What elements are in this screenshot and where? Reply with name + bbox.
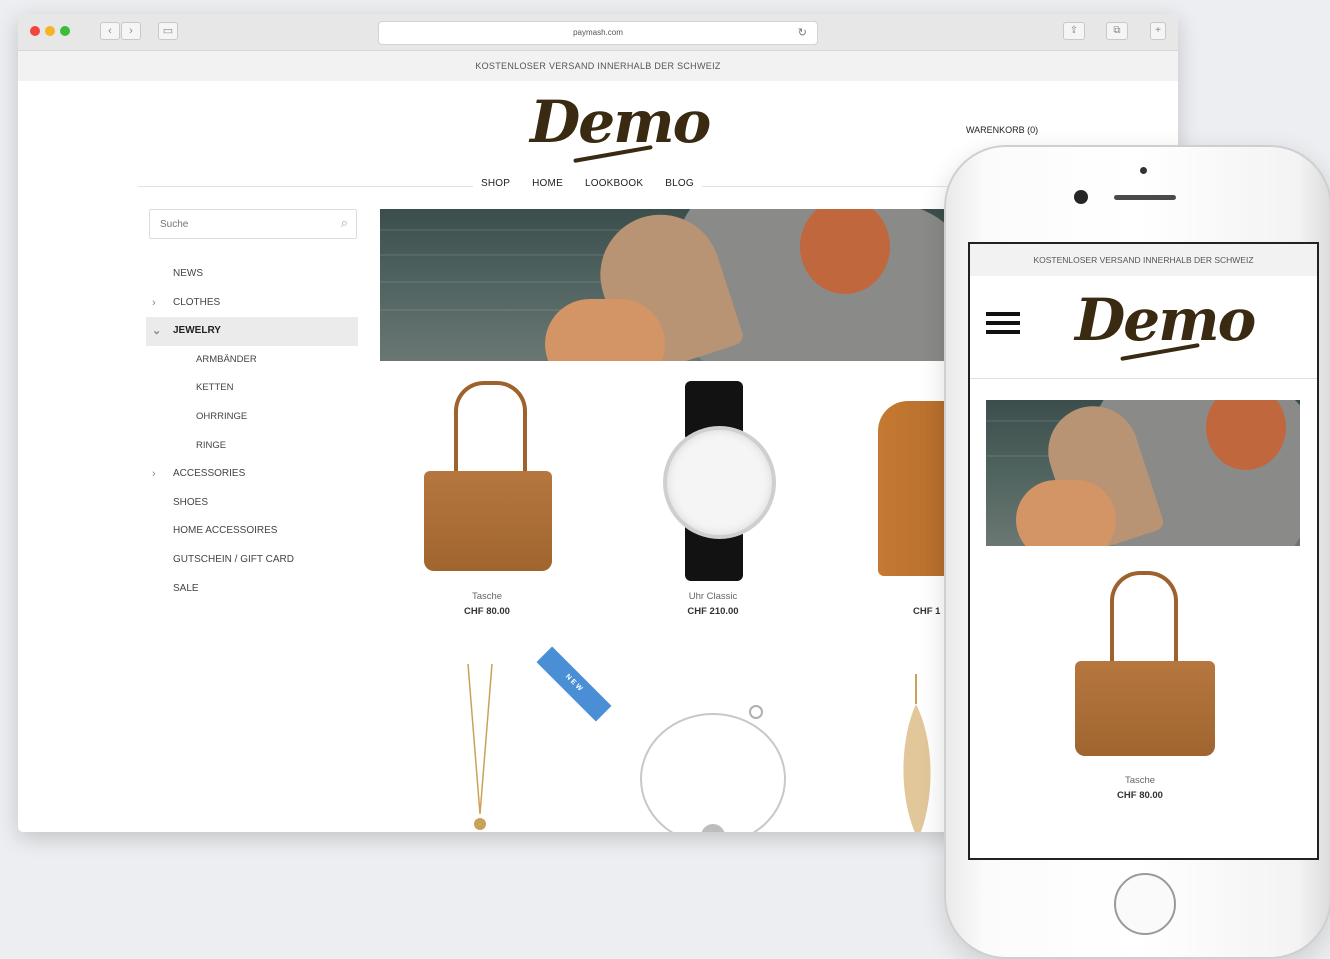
- hero-knee-shape: [1016, 480, 1116, 546]
- product-image-earring[interactable]: [858, 664, 950, 832]
- content-area: Tasche CHF 80.00 Uhr Classic CHF 210.00 …: [18, 14, 950, 832]
- product-image-bag[interactable]: [382, 376, 592, 586]
- earring-icon: [903, 674, 931, 832]
- phone-speaker: [1114, 195, 1176, 200]
- product-price: CHF 1: [913, 606, 941, 617]
- tabs-icon[interactable]: ⧉: [1106, 22, 1128, 40]
- watch-face-shape: [663, 426, 776, 539]
- product-name[interactable]: Tasche: [1040, 775, 1240, 786]
- menu-bar: [986, 312, 1020, 316]
- bag-body-shape: [424, 471, 552, 571]
- mobile-header: Demo: [970, 276, 1317, 379]
- hero-banner[interactable]: [380, 209, 950, 361]
- product-card[interactable]: Jac CHF 1: [778, 376, 950, 617]
- product-price: CHF 80.00: [1117, 790, 1163, 801]
- product-name[interactable]: Jac: [778, 591, 950, 602]
- new-tab-icon[interactable]: +: [1150, 22, 1166, 40]
- product-image-bracelet[interactable]: [628, 664, 838, 832]
- camera-icon: [1074, 190, 1088, 204]
- product-image-jacket[interactable]: [778, 376, 950, 586]
- menu-bar: [986, 321, 1020, 325]
- hero-knee-shape: [545, 299, 665, 361]
- product-name[interactable]: Tasche: [382, 591, 592, 602]
- product-card[interactable]: Tasche CHF 80.00: [382, 376, 592, 617]
- menu-bar: [986, 330, 1020, 334]
- bag-body-shape: [1075, 661, 1215, 756]
- logo-text: Demo: [1075, 286, 1256, 354]
- phone-sensor: [1140, 167, 1147, 174]
- cart-link[interactable]: WARENKORB (0): [966, 125, 1038, 135]
- jacket-shape: [878, 401, 950, 576]
- share-icon[interactable]: ⇪: [1063, 22, 1085, 40]
- mobile-shipping-announcement: KOSTENLOSER VERSAND INNERHALB DER SCHWEI…: [970, 244, 1317, 276]
- menu-icon[interactable]: [986, 312, 1020, 339]
- phone-screen: KOSTENLOSER VERSAND INNERHALB DER SCHWEI…: [968, 242, 1319, 860]
- phone-home-button[interactable]: [1114, 873, 1176, 935]
- mobile-hero-banner[interactable]: [986, 400, 1300, 546]
- bracelet-icon: [640, 705, 786, 832]
- phone-mockup: KOSTENLOSER VERSAND INNERHALB DER SCHWEI…: [944, 145, 1330, 959]
- mobile-product-image-bag[interactable]: [1040, 566, 1240, 771]
- product-price: CHF 80.00: [464, 606, 510, 617]
- mobile-product-card[interactable]: Tasche CHF 80.00: [1040, 566, 1240, 801]
